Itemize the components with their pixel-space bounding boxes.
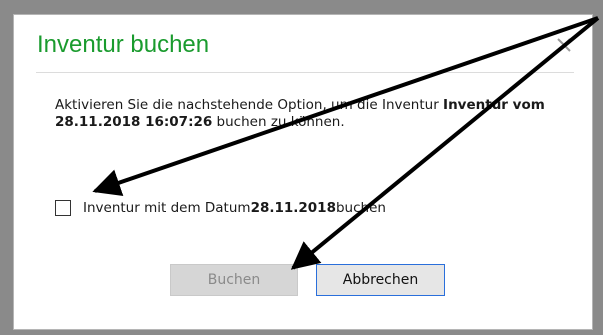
book-button[interactable]: Buchen: [170, 264, 298, 296]
close-icon: [557, 38, 571, 52]
title-divider: [36, 72, 574, 73]
dialog-message: Aktivieren Sie die nachstehende Option, …: [55, 97, 580, 131]
option-label-suffix: buchen: [335, 200, 386, 216]
option-label-date: 28.11.2018: [250, 200, 336, 216]
dialog-title: Inventur buchen: [37, 31, 210, 58]
message-text-1: Aktivieren Sie die nachstehende Option, …: [55, 97, 444, 113]
book-option-row[interactable]: Inventur mit dem Datum 28.11.2018 buchen: [55, 199, 386, 217]
message-text-2: buchen zu können.: [212, 114, 345, 130]
cancel-button[interactable]: Abbrechen: [316, 264, 445, 296]
close-button[interactable]: [550, 31, 578, 59]
option-label-prefix: Inventur mit dem Datum: [83, 200, 251, 216]
book-option-checkbox[interactable]: [55, 200, 71, 216]
booking-dialog: Inventur buchen Aktivieren Sie die nachs…: [13, 14, 593, 330]
